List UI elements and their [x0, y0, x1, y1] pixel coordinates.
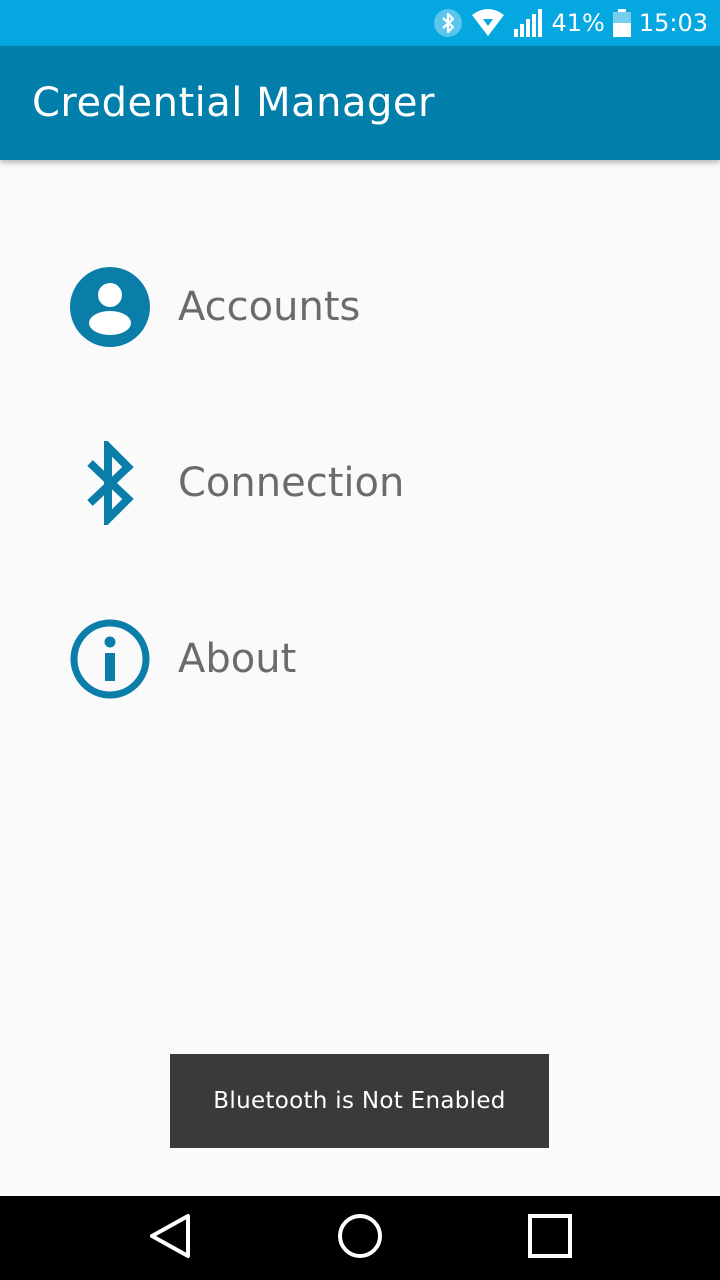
bluetooth-status-icon [433, 8, 463, 38]
menu-item-label: About [178, 636, 297, 682]
clock: 15:03 [638, 9, 708, 37]
back-button[interactable] [120, 1196, 220, 1280]
battery-percent: 41% [551, 9, 605, 37]
menu-item-accounts[interactable]: Accounts [0, 247, 720, 367]
menu-item-label: Accounts [178, 284, 361, 330]
back-icon [148, 1213, 192, 1263]
status-icons: 41% 15:03 [433, 0, 708, 46]
home-button[interactable] [310, 1196, 410, 1280]
menu-item-connection[interactable]: Connection [0, 423, 720, 543]
status-bar: 41% 15:03 [0, 0, 720, 46]
toast-message: Bluetooth is Not Enabled [170, 1054, 549, 1148]
menu-item-about[interactable]: About [0, 599, 720, 719]
bluetooth-icon [68, 441, 152, 525]
info-icon [68, 617, 152, 701]
menu-item-label: Connection [178, 460, 405, 506]
signal-icon [513, 9, 543, 37]
recents-button[interactable] [500, 1196, 600, 1280]
app-bar: Credential Manager [0, 46, 720, 160]
wifi-icon [471, 9, 505, 37]
navigation-bar [0, 1196, 720, 1280]
app-title: Credential Manager [32, 80, 435, 126]
main-content: Accounts Connection About [0, 160, 720, 1196]
home-icon [337, 1213, 383, 1263]
recents-icon [527, 1213, 573, 1263]
battery-icon [612, 9, 631, 37]
account-icon [68, 265, 152, 349]
